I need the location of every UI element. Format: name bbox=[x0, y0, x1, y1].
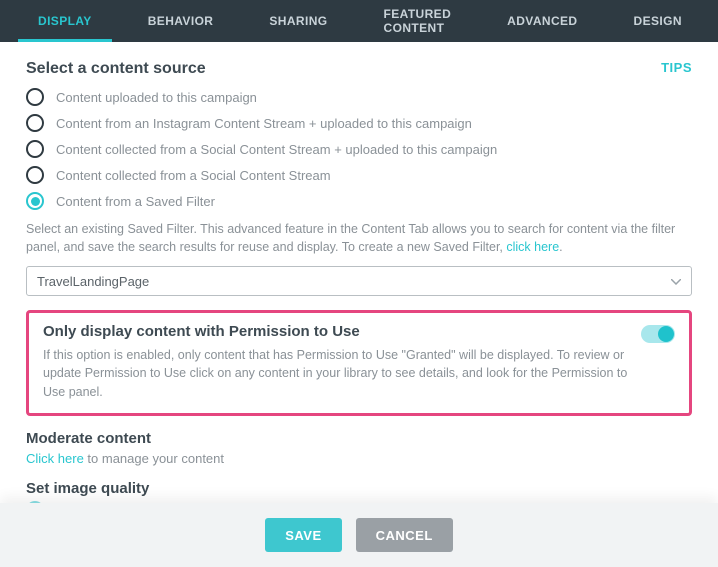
radio-label: Content uploaded to this campaign bbox=[56, 90, 257, 105]
content-area: Select a content source TIPS Content upl… bbox=[0, 42, 718, 503]
tab-advanced[interactable]: ADVANCED bbox=[479, 0, 605, 42]
radio-label: Content collected from a Social Content … bbox=[56, 168, 331, 183]
help-text-prefix: Select an existing Saved Filter. This ad… bbox=[26, 222, 675, 254]
saved-filter-select[interactable]: TravelLandingPage bbox=[26, 266, 692, 296]
tab-bar: DISPLAY BEHAVIOR SHARING FEATURED CONTEN… bbox=[0, 0, 718, 42]
manage-content-link[interactable]: Click here bbox=[26, 451, 84, 466]
radio-icon bbox=[26, 114, 44, 132]
radio-icon bbox=[26, 166, 44, 184]
cancel-button[interactable]: CANCEL bbox=[356, 518, 453, 552]
radio-icon bbox=[26, 88, 44, 106]
content-source-title: Select a content source bbox=[26, 60, 206, 78]
radio-social-stream-uploaded[interactable]: Content collected from a Social Content … bbox=[26, 140, 692, 158]
help-text-suffix: . bbox=[559, 240, 562, 254]
image-quality-title: Set image quality bbox=[26, 480, 692, 497]
radio-label: Content from an Instagram Content Stream… bbox=[56, 116, 472, 131]
moderate-content-title: Moderate content bbox=[26, 430, 692, 447]
permission-to-use-panel: Only display content with Permission to … bbox=[26, 310, 692, 415]
radio-uploaded[interactable]: Content uploaded to this campaign bbox=[26, 88, 692, 106]
content-source-radio-group: Content uploaded to this campaign Conten… bbox=[26, 88, 692, 210]
chevron-down-icon bbox=[671, 272, 681, 290]
tab-featured-content[interactable]: FEATURED CONTENT bbox=[356, 0, 480, 42]
permission-description: If this option is enabled, only content … bbox=[43, 346, 643, 400]
tab-design[interactable]: DESIGN bbox=[606, 0, 710, 42]
moderate-content-line: Click here to manage your content bbox=[26, 451, 692, 466]
tab-behavior[interactable]: BEHAVIOR bbox=[120, 0, 242, 42]
permission-title: Only display content with Permission to … bbox=[43, 323, 360, 340]
radio-saved-filter[interactable]: Content from a Saved Filter bbox=[26, 192, 692, 210]
radio-label: Content from a Saved Filter bbox=[56, 194, 215, 209]
save-button[interactable]: SAVE bbox=[265, 518, 341, 552]
permission-toggle[interactable] bbox=[641, 325, 675, 343]
toggle-knob-icon bbox=[658, 326, 674, 342]
radio-icon bbox=[26, 140, 44, 158]
manage-content-suffix: to manage your content bbox=[84, 451, 224, 466]
radio-social-stream[interactable]: Content collected from a Social Content … bbox=[26, 166, 692, 184]
radio-instagram-stream[interactable]: Content from an Instagram Content Stream… bbox=[26, 114, 692, 132]
tips-link[interactable]: TIPS bbox=[661, 60, 692, 75]
radio-label: Content collected from a Social Content … bbox=[56, 142, 497, 157]
create-saved-filter-link[interactable]: click here bbox=[506, 240, 559, 254]
footer-bar: SAVE CANCEL bbox=[0, 503, 718, 567]
saved-filter-select-value: TravelLandingPage bbox=[37, 274, 149, 289]
saved-filter-help: Select an existing Saved Filter. This ad… bbox=[26, 220, 692, 256]
tab-display[interactable]: DISPLAY bbox=[10, 0, 120, 42]
tab-sharing[interactable]: SHARING bbox=[241, 0, 355, 42]
radio-icon bbox=[26, 192, 44, 210]
